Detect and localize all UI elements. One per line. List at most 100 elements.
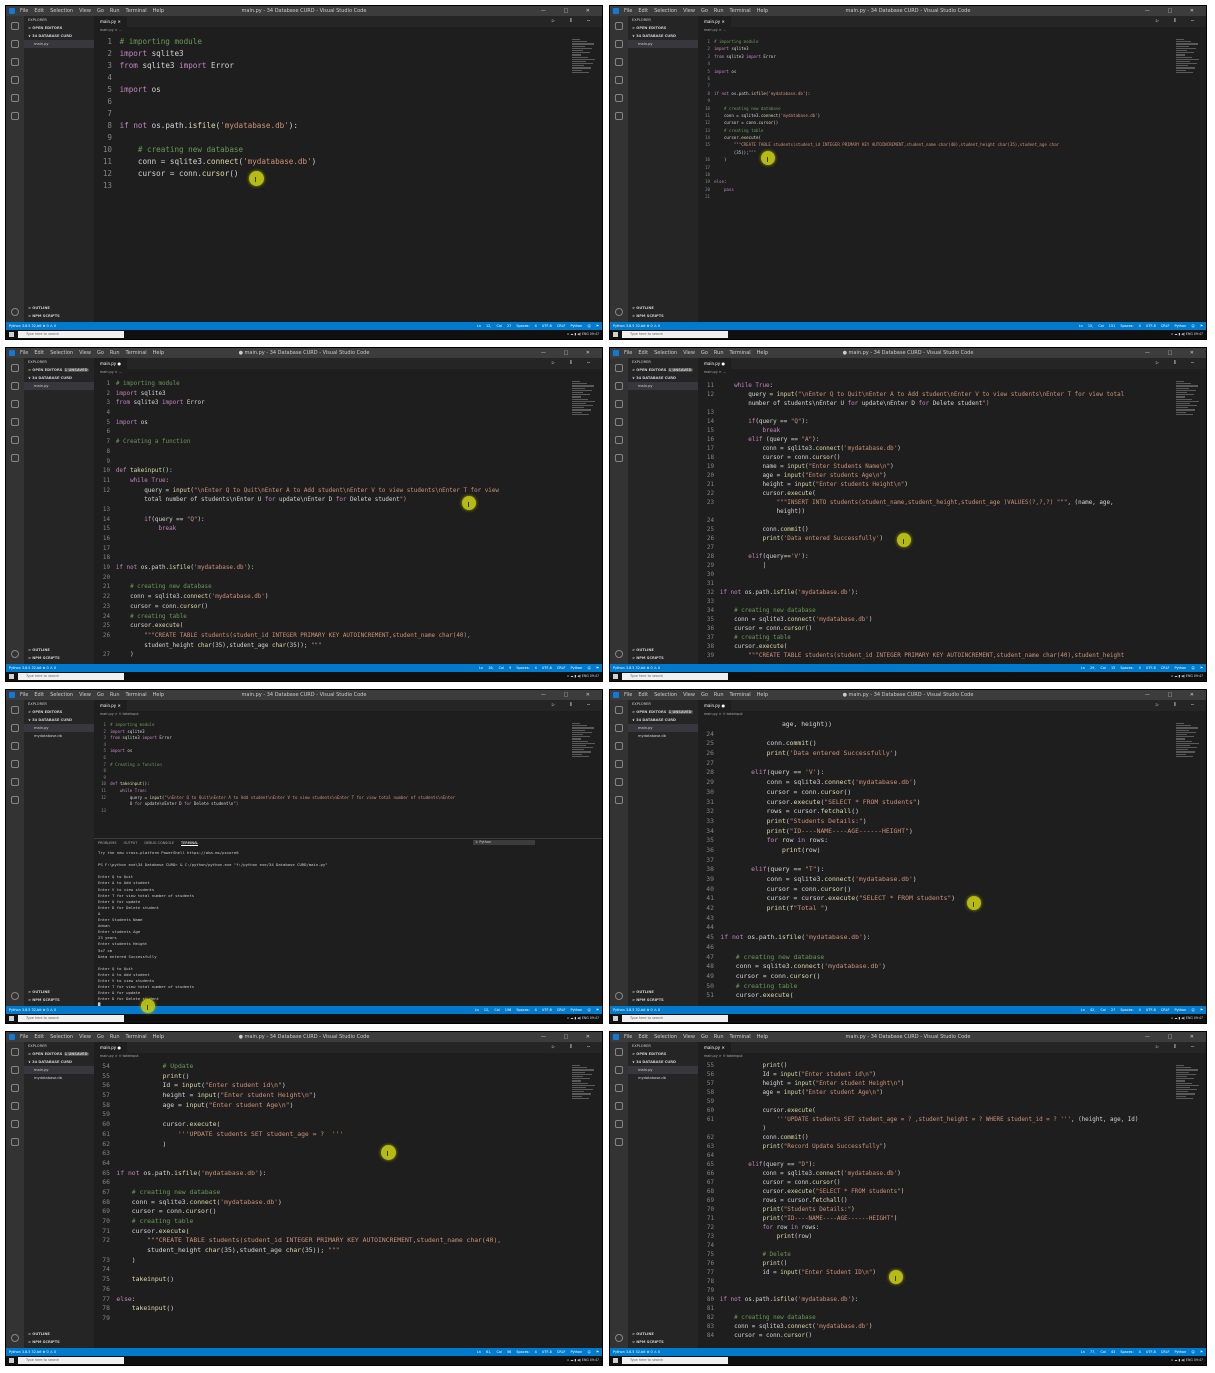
run-debug-icon[interactable]: [615, 418, 623, 426]
code-line[interactable]: 18: [94, 554, 602, 564]
editor-area[interactable]: main.py ✕ ▷ ⫴ ⋯ main.py > ⊙ takeinput 1 # im…: [94, 700, 602, 1007]
code-line[interactable]: ): [698, 1125, 1206, 1134]
code-line[interactable]: 61 '''UPDATE students SET student_age = …: [698, 1116, 1206, 1125]
outline-section[interactable]: > OUTLINE: [24, 1330, 94, 1338]
code-line[interactable]: 13 # creating table: [698, 127, 1206, 134]
windows-start-icon[interactable]: [613, 1016, 618, 1021]
run-debug-icon[interactable]: [615, 1102, 623, 1110]
code-line[interactable]: 4: [94, 742, 602, 749]
editor-actions[interactable]: ▷ ⫴ ⋯: [1156, 700, 1200, 711]
code-line[interactable]: 5 import os: [94, 419, 602, 429]
code-line[interactable]: U for update\nEnter D for Delete student…: [94, 801, 602, 808]
code-editor[interactable]: 11 while True: 12 query = input("\nEnter …: [698, 376, 1206, 661]
sidebar-file-db[interactable]: mydatabase.db: [24, 1074, 94, 1082]
outline-section[interactable]: > OUTLINE: [628, 988, 698, 996]
code-line[interactable]: 62 conn.commit(): [698, 1134, 1206, 1143]
code-line[interactable]: 12 query = input("\nEnter Q to Quit\nEnt…: [698, 391, 1206, 400]
source-control-icon[interactable]: [615, 1084, 623, 1092]
code-line[interactable]: 41 cursor = cursor.execute("SELECT * FRO…: [698, 894, 1206, 904]
code-line[interactable]: 20 age = input("Enter students Age\n"): [698, 472, 1206, 481]
breadcrumb[interactable]: main.py > ...: [698, 27, 1206, 34]
testing-icon[interactable]: [11, 1138, 19, 1146]
code-line[interactable]: 80 if not os.path.isfile('mydatabase.db')…: [698, 1296, 1206, 1305]
code-line[interactable]: 28 elif(query=='V'):: [698, 553, 1206, 562]
gear-icon[interactable]: [11, 308, 19, 316]
breadcrumb[interactable]: main.py > ...: [94, 27, 602, 34]
gear-icon[interactable]: [615, 308, 623, 316]
minimap[interactable]: [1176, 38, 1202, 82]
code-line[interactable]: 8: [94, 448, 602, 458]
source-control-icon[interactable]: [615, 400, 623, 408]
editor-actions[interactable]: ▷ ⫴ ⋯: [552, 358, 596, 369]
status-position[interactable]: Ln 42, Col 27 Spaces: 4 UTF-8 CRLF Pytho…: [1081, 1006, 1203, 1014]
source-control-icon[interactable]: [615, 742, 623, 750]
window-controls[interactable]: — □ ✕: [541, 348, 598, 358]
code-line[interactable]: 60 cursor.execute(: [698, 1107, 1206, 1116]
code-line[interactable]: 56 Id = input("Enter student id\n"): [94, 1081, 602, 1091]
code-line[interactable]: 48 conn = sqlite3.connect('mydatabase.db…: [698, 962, 1206, 972]
code-line[interactable]: 16 elif (query == "A"):: [698, 436, 1206, 445]
code-line[interactable]: 9: [94, 775, 602, 782]
search-icon[interactable]: [11, 40, 19, 48]
code-line[interactable]: 7 # Creating a function: [94, 762, 602, 769]
code-line[interactable]: 68 conn = sqlite3.connect('mydatabase.db…: [94, 1198, 602, 1208]
code-line[interactable]: 9: [94, 132, 602, 144]
windows-start-icon[interactable]: [9, 674, 14, 679]
minimap[interactable]: [572, 38, 598, 82]
code-line[interactable]: 19 if not os.path.isfile('mydatabase.db')…: [94, 564, 602, 574]
code-line[interactable]: student_height char(35),student_age char…: [94, 1246, 602, 1256]
code-line[interactable]: 9: [698, 97, 1206, 104]
open-editors-section[interactable]: > OPEN EDITORS 1 UNSAVED: [24, 366, 94, 374]
window-controls[interactable]: — □ ✕: [1145, 348, 1202, 358]
extensions-icon[interactable]: [11, 436, 19, 444]
workspace-folder[interactable]: ∨ 34 DATABASE CURD: [628, 716, 698, 724]
breadcrumb[interactable]: main.py > ⊙ takeinput: [94, 711, 602, 718]
code-line[interactable]: 56 Id = input("Enter student id\n"): [698, 1071, 1206, 1080]
code-line[interactable]: 24: [698, 517, 1206, 526]
code-line[interactable]: 26 print('Data entered Successfully'): [698, 535, 1206, 544]
status-python[interactable]: Python 3.8.5 32-bit ⊗ 0 ⚠ 0: [613, 1006, 660, 1014]
code-line[interactable]: 8 if not os.path.isfile('mydatabase.db'):: [94, 120, 602, 132]
npm-scripts-section[interactable]: > NPM SCRIPTS: [628, 654, 698, 662]
windows-start-icon[interactable]: [9, 1358, 14, 1363]
code-line[interactable]: 17: [698, 164, 1206, 171]
sidebar-file-main[interactable]: main.py: [628, 1066, 698, 1074]
code-line[interactable]: 34 # creating new database: [698, 607, 1206, 616]
breadcrumb[interactable]: main.py > ⊙ takeinput: [698, 1053, 1206, 1060]
code-line[interactable]: 12 cursor = conn.cursor(): [94, 168, 602, 180]
code-line[interactable]: 35 for row in rows:: [698, 836, 1206, 846]
sidebar-file-db[interactable]: mydatabase.db: [628, 732, 698, 740]
code-line[interactable]: 51 cursor.execute(: [698, 991, 1206, 1001]
code-line[interactable]: 63: [94, 1149, 602, 1159]
code-editor[interactable]: 54 # Update 55 print() 56 Id = input("Ente…: [94, 1060, 602, 1324]
code-line[interactable]: 70 # creating table: [94, 1217, 602, 1227]
editor-area[interactable]: main.py ● ▷ ⫴ ⋯ main.py > ⊙ takeinput age,…: [698, 700, 1206, 1006]
code-line[interactable]: 12 query = input("\nEnter Q to Quit\nEnt…: [94, 487, 602, 497]
code-line[interactable]: 14 if(query == "Q"):: [94, 516, 602, 526]
gear-icon[interactable]: [11, 650, 19, 658]
code-line[interactable]: 11 while True:: [94, 788, 602, 795]
search-icon[interactable]: [615, 382, 623, 390]
code-line[interactable]: 73 ): [94, 1256, 602, 1266]
code-line[interactable]: 57 height = input("Enter student Height\…: [698, 1080, 1206, 1089]
code-line[interactable]: 1 # importing module: [698, 38, 1206, 45]
code-line[interactable]: 6: [94, 428, 602, 438]
code-line[interactable]: 23 cursor = conn.cursor(): [94, 603, 602, 613]
code-line[interactable]: 38 elif(query == "T"):: [698, 865, 1206, 875]
source-control-icon[interactable]: [11, 1084, 19, 1092]
code-line[interactable]: 30 cursor = conn.cursor(): [698, 788, 1206, 798]
extensions-icon[interactable]: [615, 778, 623, 786]
editor-area[interactable]: main.py ● ▷ ⫴ ⋯ main.py > ... 1 # importing …: [94, 358, 602, 664]
code-editor[interactable]: 1 # importing module 2 import sqlite3 3 from …: [94, 34, 602, 192]
code-line[interactable]: 2 import sqlite3: [94, 729, 602, 736]
code-line[interactable]: 83 conn = sqlite3.connect('mydatabase.db…: [698, 1323, 1206, 1332]
code-line[interactable]: 64: [698, 1152, 1206, 1161]
open-editors-section[interactable]: > OPEN EDITORS: [628, 24, 698, 32]
code-line[interactable]: 42 print(f"Total "): [698, 904, 1206, 914]
status-position[interactable]: Ln 12, Col 27 Spaces: 4 UTF-8 CRLF Pytho…: [477, 322, 599, 330]
code-line[interactable]: 12 cursor = conn.cursor(): [698, 119, 1206, 126]
status-position[interactable]: Ln 29, Col 15 Spaces: 4 UTF-8 CRLF Pytho…: [1081, 664, 1203, 672]
run-debug-icon[interactable]: [11, 1102, 19, 1110]
code-line[interactable]: 31: [698, 580, 1206, 589]
breadcrumb[interactable]: main.py > ...: [94, 369, 602, 376]
